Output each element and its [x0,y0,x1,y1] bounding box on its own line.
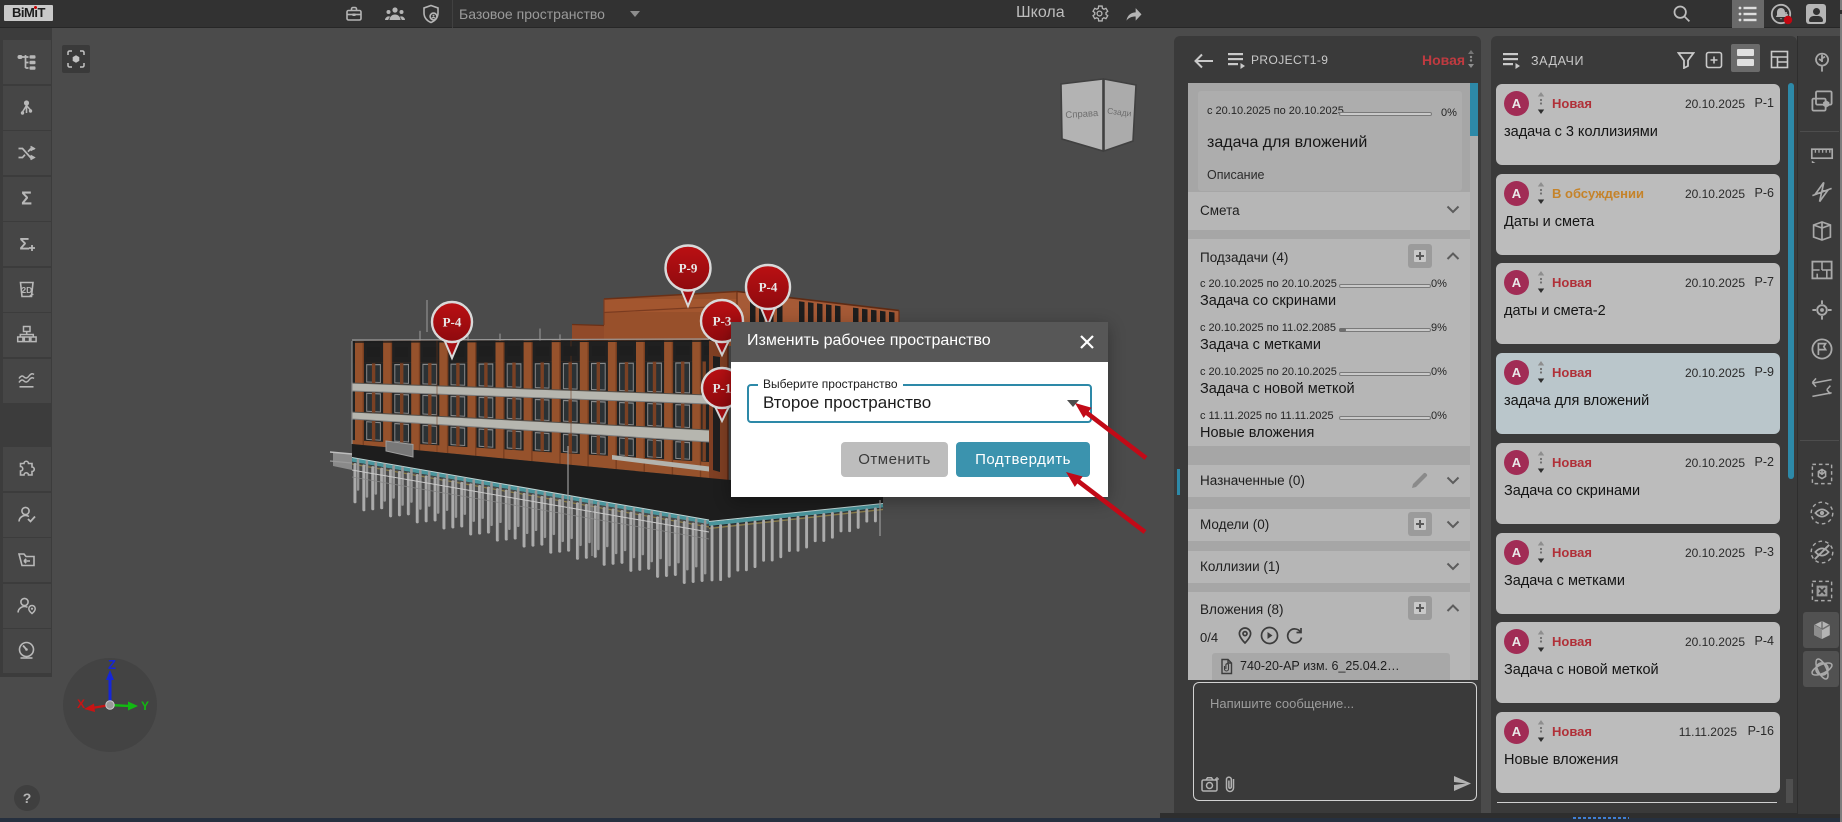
svg-text:P-4: P-4 [759,280,778,295]
svg-text:Y: Y [141,699,149,713]
svg-text:Z: Z [108,657,116,672]
svg-text:P-3: P-3 [713,314,732,329]
svg-text:P-4: P-4 [443,315,462,330]
svg-text:X: X [77,697,85,711]
svg-text:P-1: P-1 [713,381,732,396]
svg-text:P-9: P-9 [679,261,698,276]
svg-text:Справа: Справа [1065,108,1099,121]
